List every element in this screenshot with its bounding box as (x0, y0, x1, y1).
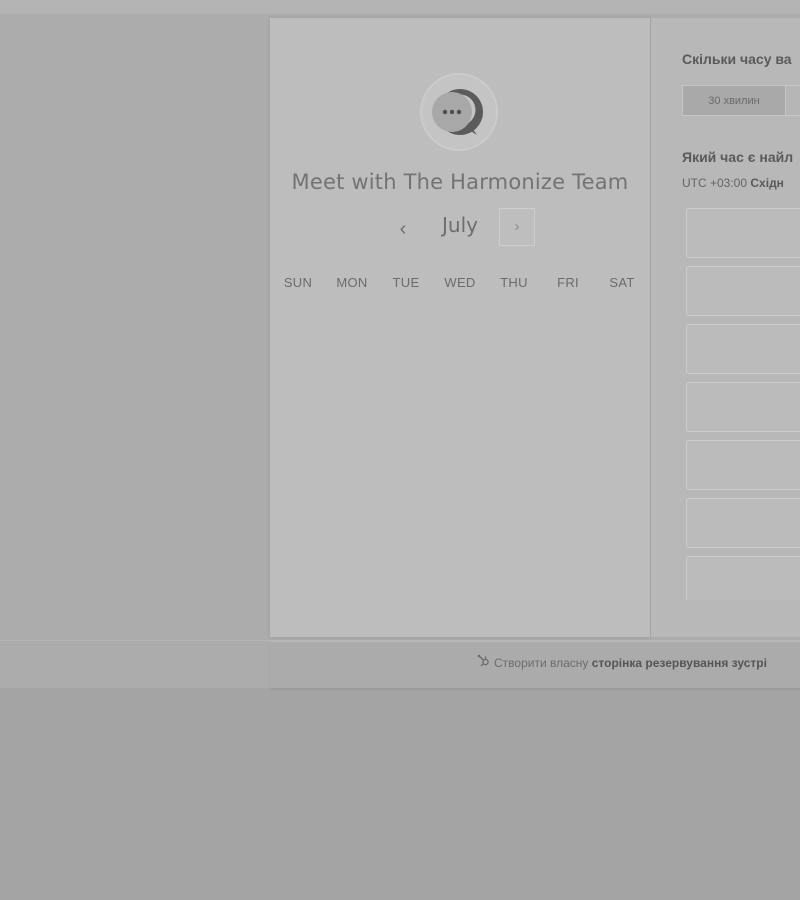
chevron-right-icon: › (514, 218, 520, 235)
timezone-name: Східн (750, 176, 784, 190)
prev-month-button[interactable]: ‹ (388, 211, 418, 247)
booking-title: Meet with The Harmonize Team (291, 170, 629, 194)
footer-prefix-text: Створити власну (494, 656, 589, 670)
time-slot[interactable] (686, 556, 800, 600)
time-slot[interactable] (686, 440, 800, 490)
duration-options: 30 хвилин (682, 85, 800, 116)
create-booking-page-link[interactable]: Створити власну сторінка резервування зу… (477, 654, 767, 670)
meeting-booking-widget: Meet with The Harmonize Team ‹ July › SU… (270, 18, 800, 637)
duration-option-other[interactable] (785, 85, 800, 116)
weekday-fri: FRI (557, 275, 579, 290)
weekday-sun: SUN (283, 275, 313, 290)
time-selection-panel: Скільки часу ва 30 хвилин Який час є най… (651, 18, 800, 637)
calendar-panel: Meet with The Harmonize Team ‹ July › SU… (270, 18, 650, 637)
weekday-mon: MON (336, 275, 368, 290)
booking-footer: Створити власну сторінка резервування зу… (270, 641, 800, 688)
page-top-strip (0, 0, 800, 14)
weekday-sat: SAT (609, 275, 635, 290)
time-slot-list[interactable] (686, 208, 800, 600)
next-month-button[interactable]: › (499, 208, 535, 246)
timezone-offset: UTC +03:00 (682, 176, 748, 190)
duration-option-30[interactable]: 30 хвилин (682, 85, 786, 116)
time-question: Який час є найл (682, 149, 794, 165)
weekday-header: SUN MON TUE WED THU FRI SAT (270, 275, 650, 295)
time-slot[interactable] (686, 324, 800, 374)
chevron-left-icon: ‹ (399, 218, 407, 240)
time-slot[interactable] (686, 266, 800, 316)
time-slot[interactable] (686, 208, 800, 258)
weekday-wed: WED (444, 275, 476, 290)
weekday-thu: THU (500, 275, 528, 290)
timezone-selector[interactable]: UTC +03:00 Східн (682, 176, 784, 190)
chat-bubble-icon (432, 89, 483, 135)
hubspot-sprocket-icon (477, 654, 490, 670)
avatar (420, 73, 498, 151)
month-label: July (442, 213, 478, 237)
time-slot[interactable] (686, 498, 800, 548)
duration-question: Скільки часу ва (682, 51, 792, 67)
weekday-tue: TUE (392, 275, 420, 290)
time-slot[interactable] (686, 382, 800, 432)
footer-link-text: сторінка резервування зустрі (591, 656, 767, 670)
